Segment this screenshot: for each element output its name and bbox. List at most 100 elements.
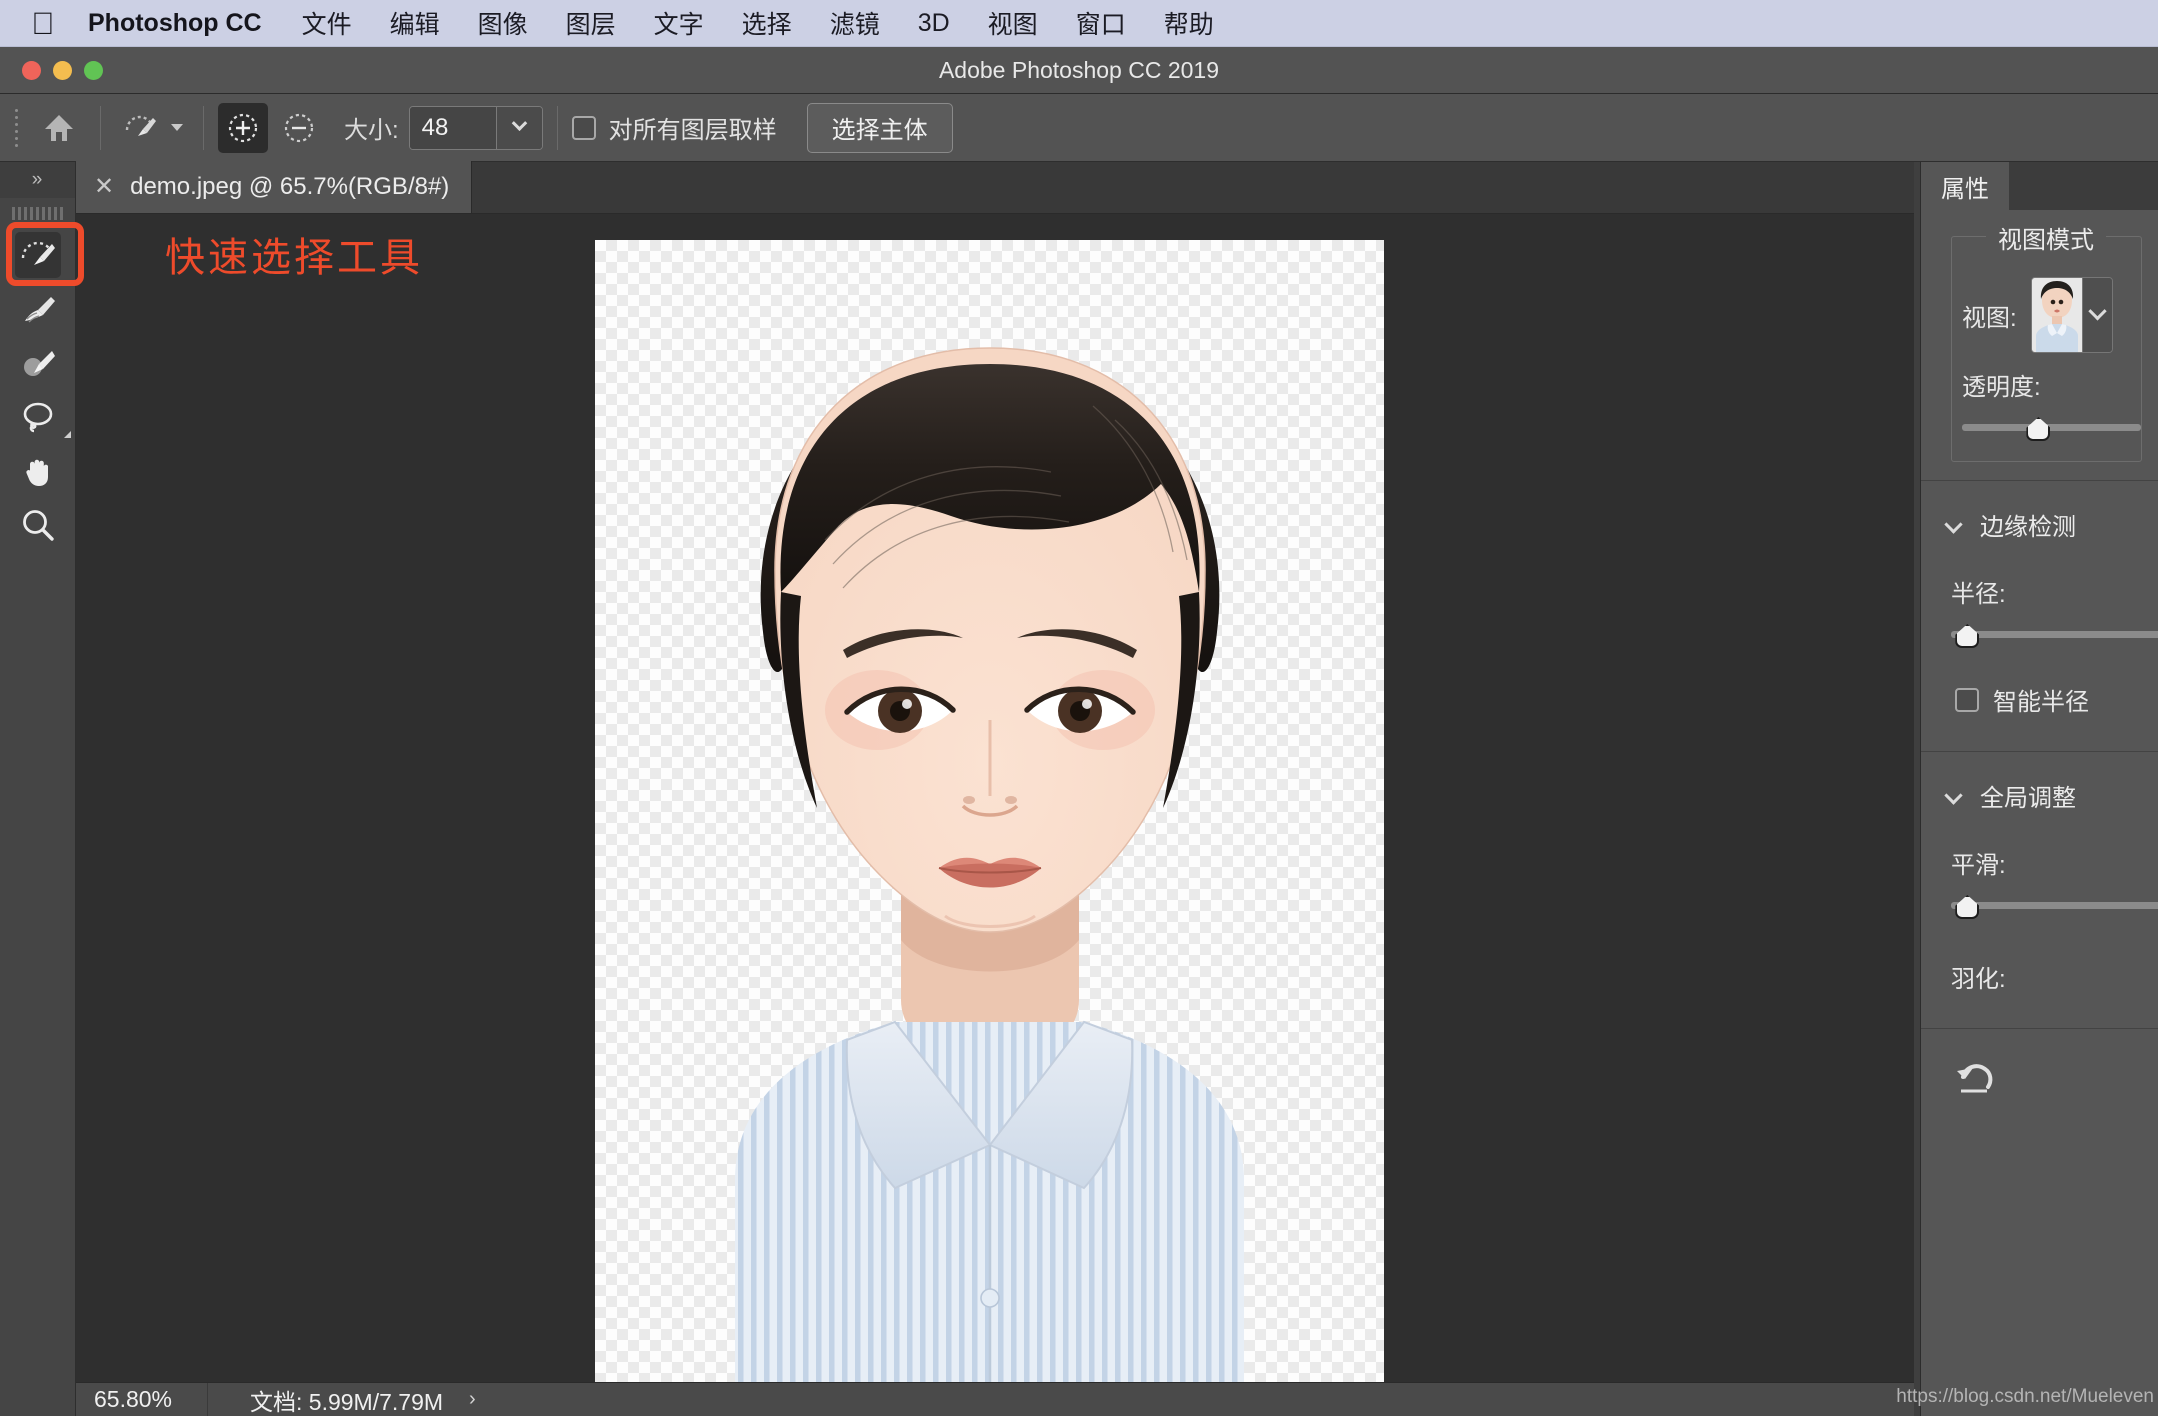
- tool-refine-edge-brush[interactable]: [0, 282, 76, 336]
- photoshop-window:  Photoshop CC 文件 编辑 图像 图层 文字 选择 滤镜 3D 视…: [0, 0, 2158, 1416]
- tool-hand[interactable]: [0, 444, 76, 498]
- maximize-button[interactable]: [84, 60, 103, 80]
- menu-item-filter[interactable]: 滤镜: [830, 5, 880, 41]
- canvas-area[interactable]: [76, 214, 1920, 1382]
- section-edge-detection: 边缘检测 半径: 智能半径: [1921, 481, 2158, 752]
- menu-item-edit[interactable]: 编辑: [390, 5, 440, 41]
- slider-handle[interactable]: [2026, 417, 2051, 441]
- document-tab-title: demo.jpeg @ 65.7%(RGB/8#): [130, 173, 450, 200]
- view-mode-legend: 视图模式: [1986, 220, 2106, 255]
- portrait-thumbnail: [2031, 278, 2082, 352]
- brush-icon: [15, 340, 61, 386]
- brush-size-field[interactable]: [408, 105, 543, 150]
- hand-icon: [15, 448, 61, 494]
- size-label: 大小:: [344, 117, 399, 144]
- document-canvas[interactable]: [595, 240, 1384, 1382]
- transparency-control: 透明度:: [1962, 353, 2141, 441]
- sample-all-layers-checkbox[interactable]: 对所有图层取样: [571, 110, 777, 145]
- menu-item-file[interactable]: 文件: [302, 5, 352, 41]
- menu-item-select[interactable]: 选择: [742, 5, 792, 41]
- tool-quick-selection[interactable]: [0, 228, 76, 282]
- document-size-info: 文档: 5.99M/7.79M: [250, 1388, 444, 1415]
- divider: [100, 105, 101, 150]
- transparency-slider[interactable]: [1962, 417, 2141, 441]
- menu-item-window[interactable]: 窗口: [1076, 5, 1126, 41]
- reset-arrow-icon[interactable]: [1953, 1064, 1997, 1103]
- tools-panel: »: [0, 162, 76, 1416]
- menu-item-type[interactable]: 文字: [654, 5, 704, 41]
- feather-control: 羽化:: [1921, 945, 2158, 1028]
- properties-tab-strip: 属性: [1921, 162, 2158, 210]
- menu-item-help[interactable]: 帮助: [1164, 5, 1214, 41]
- checkbox-box[interactable]: [1955, 687, 1979, 712]
- menu-item-view[interactable]: 视图: [988, 5, 1038, 41]
- document-tab-strip: ✕ demo.jpeg @ 65.7%(RGB/8#): [76, 161, 1920, 214]
- checkbox-box[interactable]: [571, 115, 596, 140]
- smart-radius-label: 智能半径: [1993, 689, 2089, 716]
- minimize-button[interactable]: [53, 60, 72, 80]
- menu-item-3d[interactable]: 3D: [918, 9, 950, 38]
- menu-item-layer[interactable]: 图层: [566, 5, 616, 41]
- slider-handle[interactable]: [1955, 624, 1980, 648]
- menu-app-name[interactable]: Photoshop CC: [88, 9, 262, 38]
- size-input[interactable]: [409, 106, 496, 149]
- smart-radius-checkbox[interactable]: 智能半径: [1921, 674, 2158, 751]
- magnifier-icon: [15, 502, 61, 548]
- edge-detection-header[interactable]: 边缘检测: [1921, 481, 2158, 560]
- chevron-right-icon[interactable]: ›: [469, 1388, 476, 1411]
- subtract-from-selection-button[interactable]: [274, 103, 324, 153]
- tool-zoom[interactable]: [0, 498, 76, 552]
- view-dropdown-button[interactable]: [2081, 278, 2112, 352]
- global-adjustments-title: 全局调整: [1980, 785, 2076, 812]
- tool-brush[interactable]: [0, 336, 76, 390]
- tool-options-bar: 大小: 对所有图层取样 选择主体: [0, 94, 2158, 162]
- toolbar-grip[interactable]: [0, 198, 75, 228]
- add-to-selection-icon: [228, 113, 258, 142]
- annotation-label: 快速选择工具: [165, 236, 423, 280]
- divider: [203, 105, 204, 150]
- chevron-down-icon[interactable]: [1944, 786, 1963, 805]
- mac-menu-bar:  Photoshop CC 文件 编辑 图像 图层 文字 选择 滤镜 3D 视…: [0, 0, 2158, 47]
- close-button[interactable]: [22, 60, 41, 80]
- edge-detection-title: 边缘检测: [1980, 514, 2076, 541]
- select-subject-button[interactable]: 选择主体: [806, 102, 953, 153]
- tab-properties[interactable]: 属性: [1921, 162, 2009, 210]
- quick-selection-brush-icon: [121, 108, 161, 148]
- window-title: Adobe Photoshop CC 2019: [938, 56, 1220, 83]
- section-view-mode: 视图模式 视图: 透明度:: [1921, 220, 2158, 481]
- document-tab-demo[interactable]: ✕ demo.jpeg @ 65.7%(RGB/8#): [76, 161, 473, 213]
- menu-item-image[interactable]: 图像: [478, 5, 528, 41]
- refine-edge-brush-icon: [15, 286, 61, 332]
- view-mode-dropdown[interactable]: [2030, 277, 2113, 353]
- transparency-label: 透明度:: [1962, 374, 2041, 401]
- thumbnail-image: [2031, 278, 2082, 352]
- portrait-photo: [735, 347, 1244, 1382]
- global-adjustments-header[interactable]: 全局调整: [1921, 752, 2158, 831]
- options-bar-grip[interactable]: [8, 106, 24, 150]
- size-dropdown-button[interactable]: [495, 106, 542, 149]
- chevron-down-icon: [511, 115, 527, 132]
- view-label: 视图:: [1962, 304, 2017, 332]
- apple-logo-icon[interactable]: : [28, 6, 58, 40]
- radius-label: 半径:: [1951, 581, 2006, 608]
- smooth-label: 平滑:: [1951, 852, 2006, 879]
- radius-slider[interactable]: [1951, 624, 2158, 648]
- tool-flyout-indicator[interactable]: [64, 431, 71, 438]
- lasso-icon: [15, 394, 61, 440]
- slider-handle[interactable]: [1955, 895, 1980, 919]
- smooth-slider[interactable]: [1951, 895, 2158, 919]
- reset-row: [1921, 1029, 2158, 1104]
- home-icon[interactable]: [32, 101, 86, 155]
- tool-lasso[interactable]: [0, 390, 76, 444]
- tool-preset-picker[interactable]: [115, 108, 189, 148]
- add-to-selection-button[interactable]: [218, 102, 268, 153]
- smooth-control: 平滑:: [1921, 831, 2158, 945]
- toolbar-expand-button[interactable]: »: [0, 162, 75, 198]
- chevron-down-icon: [2087, 301, 2107, 320]
- subtract-from-selection-icon: [284, 113, 314, 142]
- close-icon[interactable]: ✕: [94, 175, 114, 199]
- quick-selection-brush-icon: [15, 232, 61, 278]
- zoom-level-field[interactable]: 65.80%: [76, 1382, 208, 1416]
- chevron-down-icon[interactable]: [1944, 515, 1963, 534]
- chevron-down-icon[interactable]: [171, 124, 183, 131]
